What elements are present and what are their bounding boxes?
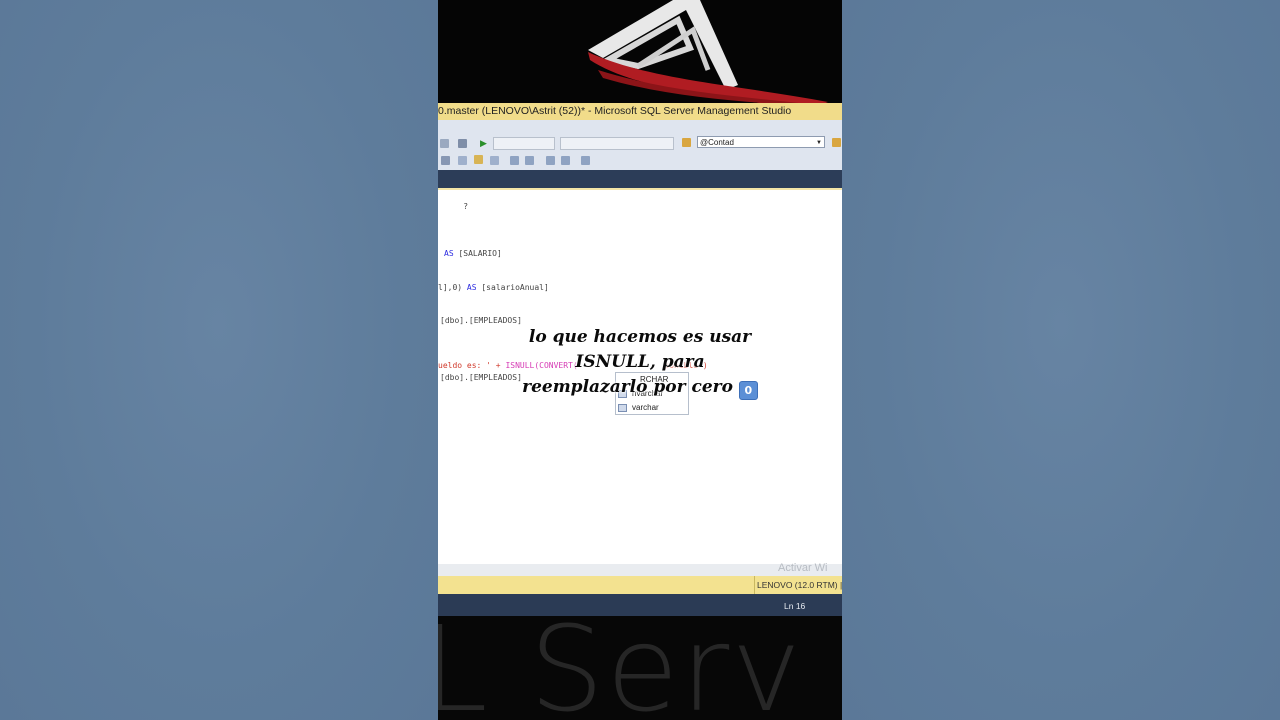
toolbar-combo-1[interactable]: [493, 137, 555, 150]
execute-icon[interactable]: ▶: [480, 139, 489, 148]
status-server-label: LENOVO (12.0 RTM): [757, 580, 838, 590]
status-server-info: LENOVO (12.0 RTM) | L: [754, 576, 842, 594]
caption-line-3: reemplazarlo por cero 0: [438, 375, 842, 400]
database-select[interactable]: @Contad ▼: [697, 136, 825, 148]
video-frame: 0.master (LENOVO\Astrit (52))* - Microso…: [438, 0, 842, 720]
bottom-background: L Serv: [438, 616, 842, 720]
sql-server-logo-icon: [588, 0, 828, 104]
code-token: [SALARIO]: [453, 249, 502, 258]
folder-icon[interactable]: [682, 138, 691, 147]
new-query-icon[interactable]: [458, 156, 467, 165]
code-line-1: ?: [444, 192, 468, 222]
window-title: 0.master (LENOVO\Astrit (52))* - Microso…: [438, 103, 842, 120]
options-icon[interactable]: [832, 138, 841, 147]
keycap-zero-icon: 0: [738, 381, 758, 400]
status-server-suffix: | L: [840, 580, 842, 590]
code-token: [dbo].[EMPLEADOS]: [440, 316, 522, 325]
results-icon[interactable]: [474, 155, 483, 164]
outdent-icon[interactable]: [561, 156, 570, 165]
code-line-3: l],0) AS [salarioAnual]: [438, 283, 549, 293]
intellisense-item[interactable]: varchar: [618, 403, 659, 412]
indent-icon[interactable]: [546, 156, 555, 165]
code-token: [salarioAnual]: [476, 283, 549, 292]
comment-icon[interactable]: [510, 156, 519, 165]
background-right: [842, 0, 1280, 720]
activation-watermark: Activar Wi: [778, 562, 828, 574]
background-left: [0, 0, 438, 720]
connect-icon[interactable]: [441, 156, 450, 165]
menu-bar: [438, 120, 842, 133]
database-select-value: @Contad: [700, 138, 734, 147]
code-token: AS: [444, 249, 454, 258]
chevron-down-icon: ▼: [816, 140, 822, 146]
toolbar-combo-2[interactable]: [560, 137, 674, 150]
undo-icon[interactable]: [440, 139, 449, 148]
caption-line-3-text: reemplazarlo por cero: [522, 377, 733, 397]
caption-line-2: ISNULL, para: [575, 352, 705, 372]
results-grid-icon[interactable]: [490, 156, 499, 165]
intellisense-item-label: varchar: [632, 403, 659, 412]
save-icon[interactable]: [458, 139, 467, 148]
caption-line-1: lo que hacemos es usar: [528, 327, 752, 347]
video-caption: lo que hacemos es usar ISNULL, para reem…: [438, 325, 842, 400]
document-tab-strip: [438, 170, 842, 188]
type-icon: [618, 403, 627, 412]
code-line-2: AS [SALARIO]: [444, 249, 502, 259]
uncomment-icon[interactable]: [525, 156, 534, 165]
status-line-number: Ln 16: [784, 601, 806, 611]
specify-values-icon[interactable]: [581, 156, 590, 165]
code-token: ?: [463, 202, 469, 211]
app-status-bar: [438, 594, 842, 616]
code-token: l],0): [438, 283, 467, 292]
background-brand-text: L Serv: [438, 616, 804, 720]
code-token: AS: [466, 283, 477, 292]
